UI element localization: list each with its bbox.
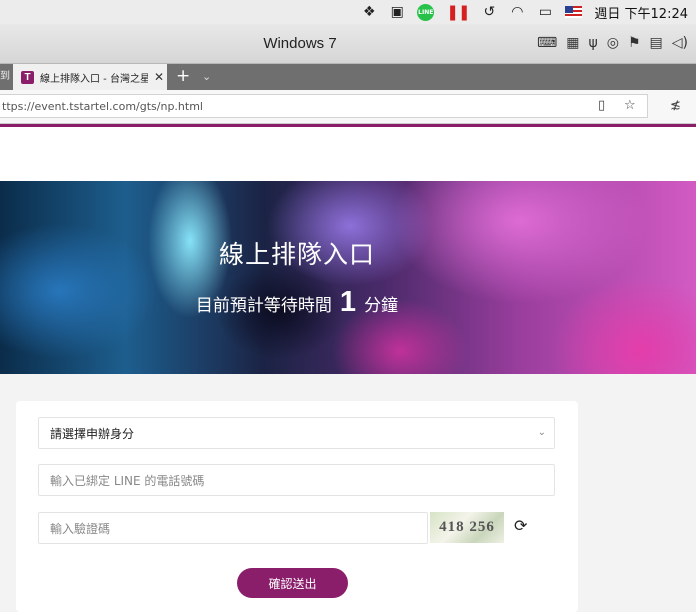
url-input[interactable]: ttps://event.tstartel.com/gts/np.html	[0, 94, 648, 118]
captcha-image: 418 256	[430, 512, 504, 543]
tab-label: 線上排隊入口 - 台灣之星	[40, 73, 148, 85]
address-bar: ttps://event.tstartel.com/gts/np.html ▯ …	[0, 90, 696, 124]
wifi-icon[interactable]: ◠	[509, 3, 525, 21]
vm-toolbar: ⌨ ▦ ψ ◎ ⚑ ▤ ◁)	[537, 35, 688, 51]
tab-strip: 到 T 線上排隊入口 - 台灣之星 ✕ + ⌄	[0, 64, 696, 90]
chevron-down-icon[interactable]: ⌄	[202, 70, 211, 83]
save-icon[interactable]: ▤	[650, 35, 663, 51]
tab-active[interactable]: T 線上排隊入口 - 台灣之星 ✕	[13, 64, 167, 90]
page-header-area	[0, 127, 696, 181]
captcha-input-placeholder: 輸入驗證碼	[50, 521, 111, 536]
favorite-star-icon[interactable]: ☆	[624, 98, 636, 113]
keyboard-icon[interactable]: ⌨	[537, 35, 557, 51]
clipboard-icon[interactable]: ▣	[389, 3, 405, 21]
identity-select[interactable]: 請選擇申辦身分 ⌄	[38, 417, 555, 449]
wait-prefix: 目前預計等待時間	[195, 296, 332, 316]
refresh-captcha-icon[interactable]: ⟳	[514, 516, 527, 535]
wait-minutes: 1	[339, 286, 357, 318]
phone-input[interactable]: 輸入已綁定 LINE 的電話號碼	[38, 464, 555, 496]
airplay-icon[interactable]: ▭	[537, 3, 553, 21]
site-favicon-icon: T	[21, 70, 34, 84]
chevron-down-icon: ⌄	[537, 427, 546, 438]
new-tab-icon[interactable]: +	[176, 66, 190, 86]
cpu-icon[interactable]: ▦	[566, 35, 579, 51]
sound-icon[interactable]: ◁)	[672, 35, 688, 51]
captcha-input[interactable]: 輸入驗證碼	[38, 512, 428, 544]
menubar-clock[interactable]: 週日 下午12:24	[594, 3, 688, 22]
vm-title: Windows 7	[263, 35, 337, 52]
time-machine-icon[interactable]: ↺	[481, 3, 497, 21]
flag-icon[interactable]	[565, 6, 583, 18]
reading-view-icon[interactable]: ▯	[598, 98, 605, 113]
page-title: 線上排隊入口	[218, 240, 375, 269]
tab-previous[interactable]: 到	[0, 64, 14, 90]
submit-button[interactable]: 確認送出	[237, 568, 348, 598]
identity-select-value: 請選擇申辦身分	[50, 426, 135, 441]
queue-form-card: 請選擇申辦身分 ⌄ 輸入已綁定 LINE 的電話號碼 輸入驗證碼 418 256…	[16, 401, 578, 612]
pause-icon[interactable]: ❚❚	[446, 3, 470, 21]
tab-close-icon[interactable]: ✕	[154, 70, 164, 84]
vm-title-bar: Windows 7 ⌨ ▦ ψ ◎ ⚑ ▤ ◁)	[0, 24, 696, 64]
phone-input-placeholder: 輸入已綁定 LINE 的電話號碼	[50, 473, 205, 488]
wait-unit: 分鐘	[364, 296, 399, 316]
wait-time-text: 目前預計等待時間 1 分鐘	[0, 286, 594, 319]
network-icon[interactable]: ⚑	[628, 35, 641, 51]
hero-banner: 線上排隊入口 目前預計等待時間 1 分鐘	[0, 181, 696, 374]
disc-icon[interactable]: ◎	[607, 35, 619, 51]
dropbox-icon[interactable]: ❖	[361, 3, 377, 21]
favorites-bar-icon[interactable]: ≴	[670, 98, 681, 113]
usb-icon[interactable]: ψ	[589, 35, 598, 51]
line-icon[interactable]: LINE	[417, 3, 435, 21]
mac-menu-bar: ❖ ▣ LINE ❚❚ ↺ ◠ ▭ 週日 下午12:24	[0, 0, 696, 24]
